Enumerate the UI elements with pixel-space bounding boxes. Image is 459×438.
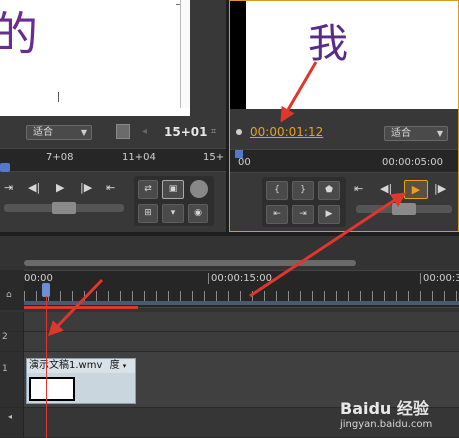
source-edit-buttons: ⇄ ▣ ⊞ ▾ ◉ — [134, 176, 214, 226]
program-fit-dropdown[interactable]: 适合 ▼ — [384, 126, 448, 141]
timeline-playhead[interactable] — [42, 283, 50, 297]
program-monitor-panel: 我 00:00:01:12 适合 ▼ 00 00:00:05:00 { } ⬟ … — [229, 0, 459, 232]
watermark-brand: Baidu 经验 — [340, 399, 429, 418]
watermark-url: jingyan.baidu.com — [340, 419, 433, 430]
track-label: 1 — [2, 364, 8, 374]
baidu-watermark: Baidu 经验 jingyan.baidu.com — [340, 395, 455, 435]
ruler-ticks — [24, 291, 459, 301]
lift-icon[interactable]: ⊞ — [138, 204, 158, 223]
track-label: 2 — [2, 332, 8, 342]
color-wheel-icon[interactable] — [190, 180, 208, 198]
program-ruler-label: 00 — [238, 157, 251, 168]
source-time-ruler[interactable]: 7+08 11+04 15+ — [0, 148, 226, 172]
mark-in-icon[interactable]: ⇥ — [4, 181, 13, 194]
source-ruler-label: 11+04 — [122, 152, 156, 163]
marker-dot-icon — [236, 129, 242, 135]
clip-name: 演示文稿1.wmv — [29, 360, 103, 371]
render-bar — [24, 306, 138, 309]
source-ruler-label: 15+ — [203, 152, 225, 163]
playhead-line — [46, 296, 47, 438]
speaker-icon: ◂ — [8, 412, 13, 421]
source-frame-edge — [180, 0, 190, 108]
step-forward-icon[interactable]: |▶ — [80, 181, 92, 194]
source-jog-slider[interactable] — [4, 202, 124, 214]
track-header-1[interactable]: 1 — [0, 352, 24, 408]
clip-thumbnail — [29, 377, 75, 401]
program-time-ruler[interactable]: 00 00:00:05:00 — [230, 149, 458, 173]
frame-forward-icon[interactable]: |▶ — [434, 182, 446, 195]
source-ruler-label: 7+08 — [46, 152, 74, 163]
export-frame-icon[interactable]: ◉ — [188, 204, 208, 223]
timeline-ruler[interactable]: 00:00 00:00:15:00 00:00:3 — [24, 270, 459, 308]
snap-icon[interactable]: ⌂ — [6, 290, 12, 300]
chevron-down-icon: ▾ — [122, 362, 127, 370]
safe-margin-mark — [58, 92, 66, 102]
chevron-down-icon: ▼ — [80, 128, 87, 137]
chevron-down-icon: ▼ — [436, 129, 443, 138]
trim-right-icon[interactable]: } — [292, 181, 314, 200]
extract-icon[interactable]: ▾ — [162, 204, 184, 223]
frame-back-icon[interactable]: ◀| — [380, 182, 392, 195]
program-trim-buttons: { } ⬟ ⇤ ⇥ ▶ — [262, 177, 346, 227]
clip-effect-label: 度 — [109, 360, 120, 371]
track-header-audio[interactable]: ◂ — [0, 408, 24, 438]
trim-left-icon[interactable]: { — [266, 181, 288, 200]
play-icon[interactable]: ▶ — [404, 180, 428, 199]
marker-icon[interactable]: ⬟ — [318, 181, 340, 200]
arrow-separator-icon: ◂ — [142, 126, 148, 137]
timeline-ruler-label: 00:00:3 — [420, 273, 459, 284]
source-fit-dropdown[interactable]: 适合 ▼ — [26, 125, 92, 140]
track-header-2[interactable]: 2 — [0, 332, 24, 352]
program-letterbox — [230, 1, 246, 109]
program-fit-label: 适合 — [391, 128, 411, 139]
track-row-2 — [24, 332, 459, 352]
step-back-icon[interactable]: ⇤ — [354, 182, 363, 195]
program-timecode[interactable]: 00:00:01:12 — [250, 125, 323, 139]
step-back-icon[interactable]: ◀| — [28, 181, 40, 194]
source-video-frame: 的 — [0, 0, 190, 116]
go-to-in-icon[interactable]: ⇤ — [266, 205, 288, 224]
clip-title-bar: 演示文稿1.wmv 度 ▾ — [27, 359, 135, 373]
overlay-icon[interactable]: ▣ — [162, 180, 184, 199]
play-in-to-out-icon[interactable]: ▶ — [318, 205, 340, 224]
program-jog-slider[interactable] — [356, 203, 452, 215]
go-to-out-icon[interactable]: ⇥ — [292, 205, 314, 224]
source-transport-row: ⇥ ◀| ▶ |▶ ⇤ — [0, 178, 128, 200]
expand-icon[interactable]: ⌗ — [211, 127, 216, 137]
program-frame-text: 我 — [308, 21, 348, 67]
play-icon[interactable]: ▶ — [56, 181, 64, 194]
source-frame-text: 的 — [0, 7, 38, 61]
source-playhead[interactable] — [0, 163, 10, 172]
source-timecode[interactable]: 15+01 — [164, 125, 207, 139]
program-video-frame: 我 — [246, 1, 458, 109]
program-transport-row: ⇤ ◀| ▶ |▶ — [350, 179, 456, 201]
program-ruler-label: 00:00:05:00 — [382, 157, 444, 168]
jog-handle[interactable] — [52, 202, 76, 214]
mark-out-icon[interactable]: ⇤ — [106, 181, 115, 194]
work-area-bar[interactable] — [24, 301, 459, 305]
source-monitor-panel: 的 适合 ▼ ◂ 15+01 ⌗ 7+08 11+04 15+ ⇥ ◀| ▶ |… — [0, 0, 226, 232]
jog-handle[interactable] — [392, 203, 416, 215]
video-clip[interactable]: 演示文稿1.wmv 度 ▾ — [26, 358, 136, 404]
track-header-empty — [0, 312, 24, 332]
timeline-header-corner: ⌂ — [0, 270, 24, 310]
track-row-top — [24, 312, 459, 332]
timeline-ruler-label: 00:00:15:00 — [208, 273, 272, 284]
timeline-zoom-bar[interactable] — [24, 260, 356, 266]
insert-icon[interactable]: ⇄ — [138, 180, 158, 199]
film-strip-icon[interactable] — [116, 124, 130, 139]
source-fit-label: 适合 — [33, 127, 53, 138]
